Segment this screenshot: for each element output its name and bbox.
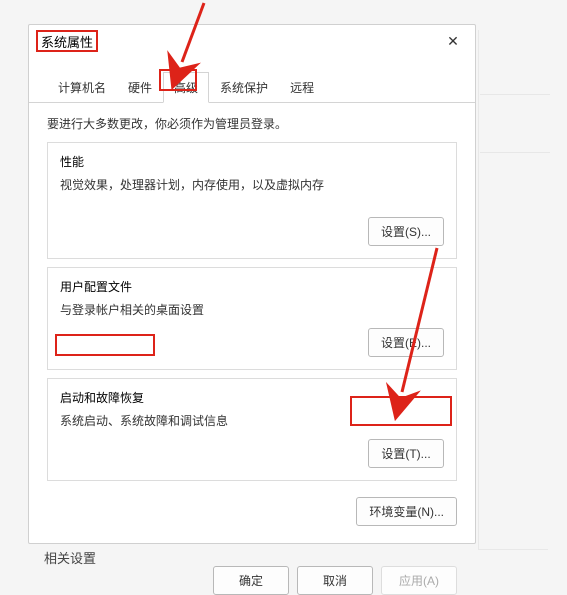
- settings-performance-button[interactable]: 设置(S)...: [368, 217, 444, 246]
- tab-content: 要进行大多数更改，你必须作为管理员登录。 性能 视觉效果，处理器计划，内存使用，…: [29, 103, 475, 481]
- settings-startup-button[interactable]: 设置(T)...: [368, 439, 444, 468]
- group-startup-desc: 系统启动、系统故障和调试信息: [60, 412, 444, 429]
- group-performance: 性能 视觉效果，处理器计划，内存使用，以及虚拟内存 设置(S)...: [47, 142, 457, 259]
- tab-remote[interactable]: 远程: [279, 72, 325, 103]
- group-performance-desc: 视觉效果，处理器计划，内存使用，以及虚拟内存: [60, 176, 444, 193]
- dialog-footer: 确定 取消 应用(A): [29, 566, 475, 595]
- settings-profiles-button[interactable]: 设置(E)...: [368, 328, 444, 357]
- environment-variables-button[interactable]: 环境变量(N)...: [356, 497, 457, 526]
- admin-notice: 要进行大多数更改，你必须作为管理员登录。: [47, 115, 457, 132]
- tab-strip: 计算机名 硬件 高级 系统保护 远程: [29, 71, 475, 103]
- tab-hardware[interactable]: 硬件: [117, 72, 163, 103]
- close-button[interactable]: ✕: [439, 30, 467, 52]
- group-profiles-title: 用户配置文件: [60, 278, 444, 295]
- system-properties-dialog: 系统属性 ✕ 计算机名 硬件 高级 系统保护 远程 要进行大多数更改，你必须作为…: [28, 24, 476, 544]
- apply-button[interactable]: 应用(A): [381, 566, 457, 595]
- background-divider: [480, 152, 550, 153]
- related-settings-label: 相关设置: [44, 548, 96, 567]
- env-row: 环境变量(N)...: [29, 489, 475, 526]
- tab-computer-name[interactable]: 计算机名: [47, 72, 117, 103]
- group-startup-title: 启动和故障恢复: [60, 389, 444, 406]
- ok-button[interactable]: 确定: [213, 566, 289, 595]
- group-profiles-desc: 与登录帐户相关的桌面设置: [60, 301, 444, 318]
- cancel-button[interactable]: 取消: [297, 566, 373, 595]
- group-startup-recovery: 启动和故障恢复 系统启动、系统故障和调试信息 设置(T)...: [47, 378, 457, 481]
- background-divider: [480, 94, 550, 95]
- group-user-profiles: 用户配置文件 与登录帐户相关的桌面设置 设置(E)...: [47, 267, 457, 370]
- background-panel-edge: [478, 30, 548, 550]
- title-bar: 系统属性 ✕: [29, 25, 475, 55]
- dialog-title: 系统属性: [41, 32, 93, 51]
- tab-system-protection[interactable]: 系统保护: [209, 72, 279, 103]
- tab-advanced[interactable]: 高级: [163, 72, 209, 103]
- group-performance-title: 性能: [60, 153, 444, 170]
- close-icon: ✕: [447, 33, 459, 50]
